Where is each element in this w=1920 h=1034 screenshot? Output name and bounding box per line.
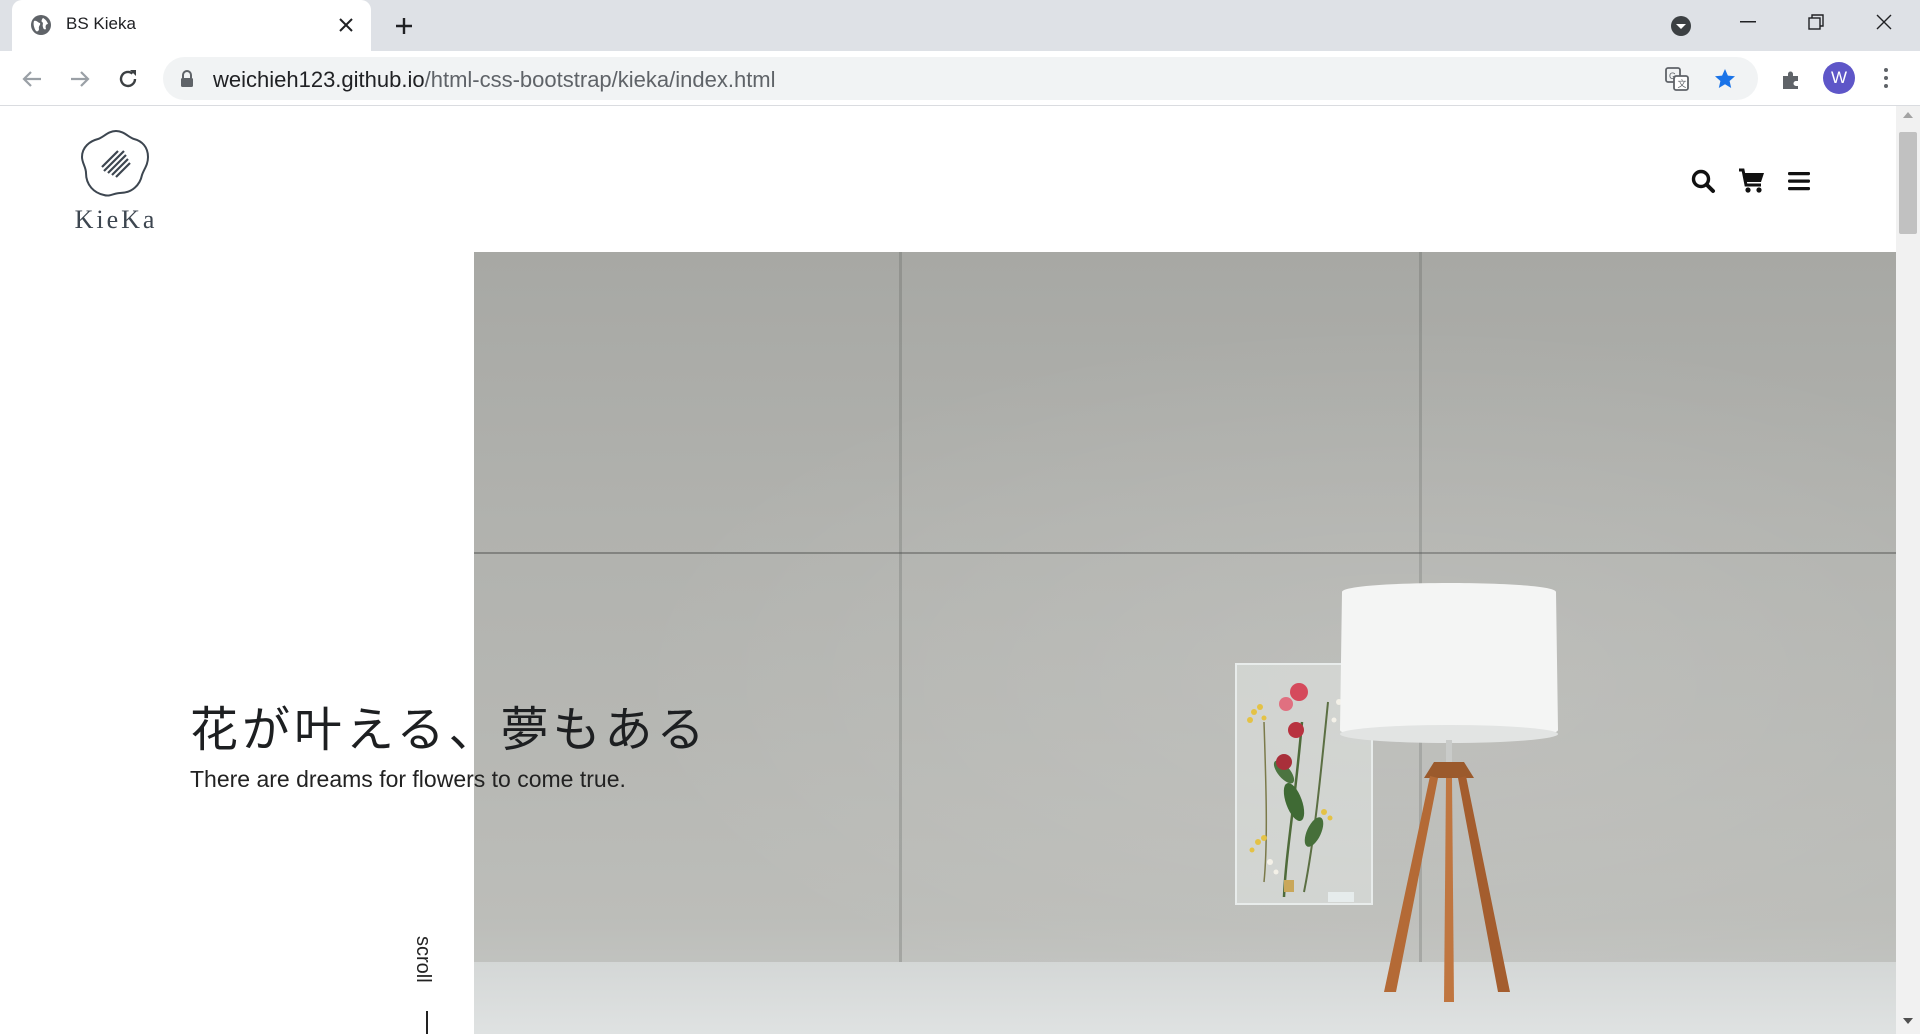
close-window-icon[interactable]: [1850, 0, 1918, 44]
scroll-indicator-label[interactable]: scroll: [411, 936, 434, 983]
lamp-illustration: [1340, 583, 1558, 1002]
hero-title: 花が叶える、夢もある: [190, 702, 709, 758]
logo-text: KieKa: [74, 205, 158, 234]
hero-image: [474, 252, 1896, 1034]
scroll-indicator-line: [426, 1011, 428, 1034]
more-menu-icon[interactable]: [1876, 63, 1896, 93]
url-text[interactable]: weichieh123.github.io/html-css-bootstrap…: [213, 67, 776, 93]
new-tab-button[interactable]: [389, 11, 419, 41]
svg-text:文: 文: [1678, 78, 1687, 90]
forward-icon[interactable]: [64, 63, 96, 95]
restore-icon[interactable]: [1782, 0, 1850, 44]
hero-subtitle: There are dreams for flowers to come tru…: [190, 766, 626, 792]
logo-flower-icon: [80, 129, 150, 197]
close-tab-icon[interactable]: [334, 13, 358, 37]
reload-icon[interactable]: [112, 63, 144, 95]
extensions-icon[interactable]: [1777, 66, 1805, 94]
profile-avatar[interactable]: W: [1823, 62, 1855, 94]
page-viewport: KieKa 花が叶える、夢もある There are dreams for fl…: [0, 106, 1896, 1034]
tab-title: BS Kieka: [66, 14, 136, 33]
back-icon[interactable]: [16, 63, 48, 95]
minimize-icon[interactable]: [1714, 0, 1782, 44]
hero-floor: [474, 962, 1896, 1034]
address-bar[interactable]: weichieh123.github.io/html-css-bootstrap…: [163, 57, 1758, 100]
browser-tab[interactable]: BS Kieka: [12, 0, 371, 51]
tab-search-icon[interactable]: [1667, 12, 1695, 40]
page-scrollbar[interactable]: [1896, 106, 1920, 1034]
cart-icon[interactable]: [1737, 166, 1767, 196]
search-icon[interactable]: [1688, 166, 1718, 196]
scroll-down-arrow-icon[interactable]: [1903, 1018, 1913, 1024]
scrollbar-thumb[interactable]: [1899, 132, 1917, 234]
browser-toolbar: weichieh123.github.io/html-css-bootstrap…: [0, 51, 1920, 106]
tab-strip: BS Kieka: [0, 0, 1920, 51]
site-logo[interactable]: KieKa: [70, 127, 162, 237]
url-host: weichieh123.github.io: [213, 67, 425, 92]
bookmark-star-icon[interactable]: [1711, 65, 1739, 93]
translate-icon[interactable]: G文: [1663, 65, 1691, 93]
url-path: /html-css-bootstrap/kieka/index.html: [424, 67, 776, 92]
menu-icon[interactable]: [1785, 166, 1815, 196]
globe-icon: [30, 14, 52, 36]
svg-text:G: G: [1669, 71, 1676, 81]
lock-icon[interactable]: [180, 70, 194, 88]
scroll-up-arrow-icon[interactable]: [1903, 112, 1913, 118]
